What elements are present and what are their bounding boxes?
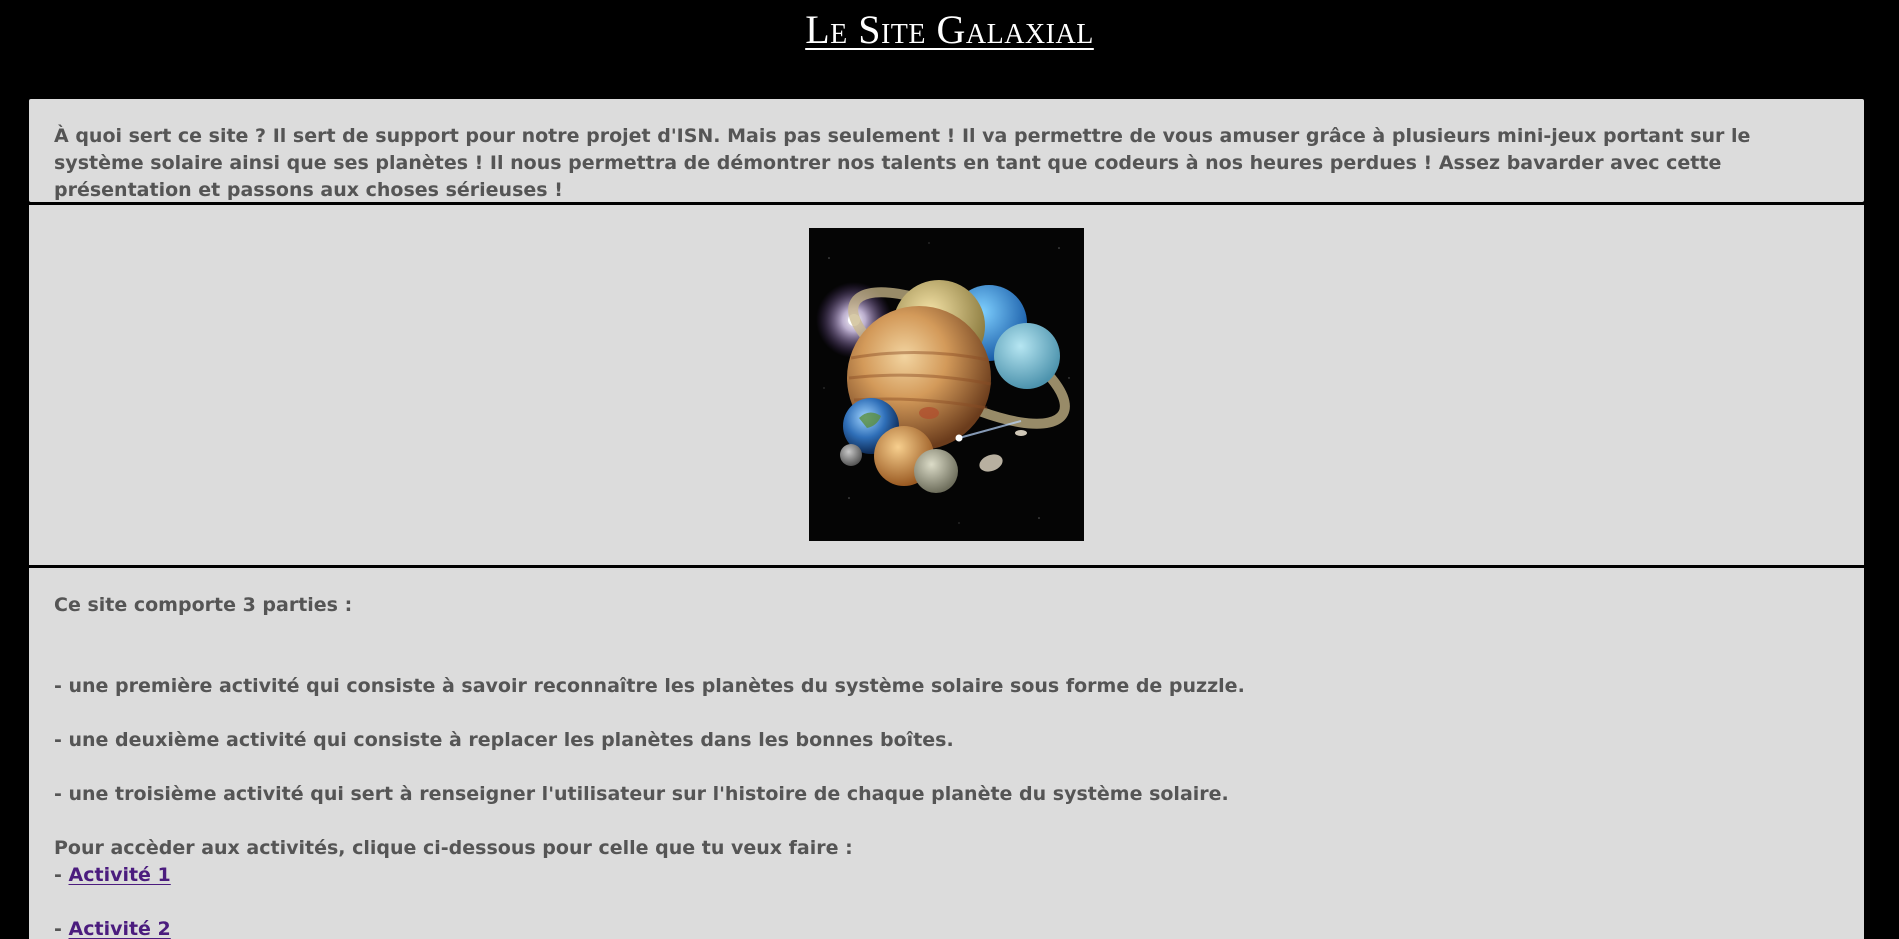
site-title: Le Site Galaxial xyxy=(805,7,1094,52)
list-item: - une troisième activité qui sert à rens… xyxy=(54,783,1229,805)
activity-1-line: - Activité 1 xyxy=(54,862,1839,889)
access-text: Pour accèder aux activités, clique ci-de… xyxy=(54,837,853,859)
list-item: - une première activité qui consiste à s… xyxy=(54,675,1245,697)
link-prefix: - xyxy=(54,918,69,939)
activity-1-link[interactable]: Activité 1 xyxy=(69,864,171,886)
intro-text: À quoi sert ce site ? Il sert de support… xyxy=(54,125,1751,201)
content-panel: Ce site comporte 3 parties : - une premi… xyxy=(29,568,1864,939)
activity-2-link[interactable]: Activité 2 xyxy=(69,918,171,939)
solar-system-planets-image xyxy=(809,228,1084,541)
page: Le Site Galaxial À quoi sert ce site ? I… xyxy=(0,0,1899,939)
list-item: - une deuxième activité qui consiste à r… xyxy=(54,729,954,751)
parts-intro: Ce site comporte 3 parties : xyxy=(54,594,353,616)
intro-panel: À quoi sert ce site ? Il sert de support… xyxy=(29,99,1864,202)
image-panel xyxy=(29,205,1864,565)
planets-illustration xyxy=(809,228,1084,541)
activity-2-line: - Activité 2 xyxy=(54,916,1839,939)
link-prefix: - xyxy=(54,864,69,886)
